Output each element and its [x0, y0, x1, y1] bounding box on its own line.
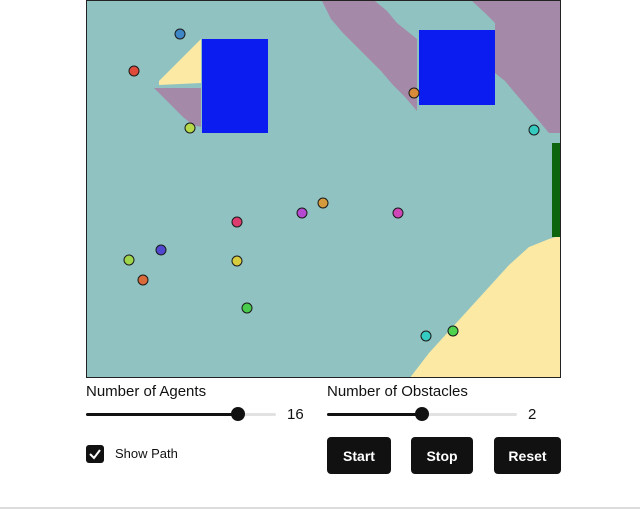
goal-zone	[552, 143, 560, 237]
obstacle-block	[419, 30, 495, 105]
simulation-board	[86, 0, 561, 378]
agent-dot	[231, 255, 243, 267]
show-path-label: Show Path	[115, 446, 178, 461]
agents-slider-label: Number of Agents	[86, 383, 207, 400]
agents-slider[interactable]	[86, 407, 276, 421]
agent-dot	[155, 244, 167, 256]
agent-dot	[408, 87, 420, 99]
checkmark-icon	[89, 449, 101, 460]
agent-dot	[137, 274, 149, 286]
slider-thumb[interactable]	[231, 407, 245, 421]
agent-dot	[296, 207, 308, 219]
agent-dot	[184, 122, 196, 134]
slider-thumb[interactable]	[415, 407, 429, 421]
agent-dot	[123, 254, 135, 266]
agent-dot	[528, 124, 540, 136]
agent-dot	[392, 207, 404, 219]
agent-dot	[128, 65, 140, 77]
obstacles-slider-label: Number of Obstacles	[327, 383, 468, 400]
agent-dot	[241, 302, 253, 314]
obstacles-slider-value: 2	[528, 406, 537, 423]
agent-dot	[174, 28, 186, 40]
obstacles-slider[interactable]	[327, 407, 517, 421]
start-button[interactable]: Start	[327, 437, 391, 474]
show-path-checkbox[interactable]	[86, 445, 104, 463]
agent-dot	[317, 197, 329, 209]
agent-dot	[231, 216, 243, 228]
agents-slider-value: 16	[287, 406, 304, 423]
slider-fill	[327, 413, 422, 416]
stop-button[interactable]: Stop	[411, 437, 473, 474]
slider-fill	[86, 413, 238, 416]
obstacle-block	[202, 39, 268, 133]
reset-button[interactable]: Reset	[494, 437, 561, 474]
simulation-canvas	[87, 1, 560, 377]
agent-dot	[420, 330, 432, 342]
agent-dot	[447, 325, 459, 337]
